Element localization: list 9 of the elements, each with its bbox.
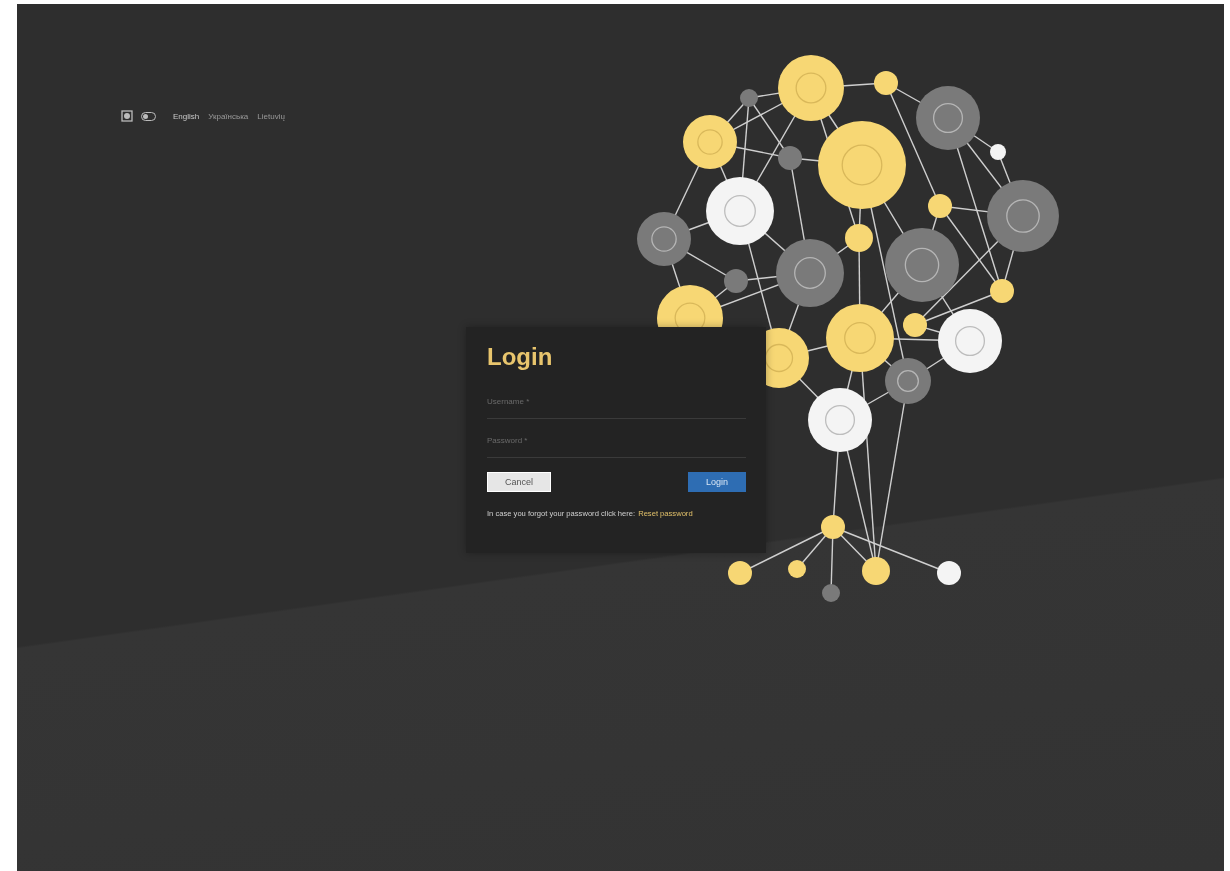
input-field[interactable]: Password * bbox=[487, 430, 746, 458]
input-field[interactable]: Username * bbox=[487, 391, 746, 419]
language-link[interactable]: Lietuvių bbox=[257, 111, 285, 121]
language-link[interactable]: Українська bbox=[208, 111, 249, 121]
cancel-button[interactable]: Cancel bbox=[487, 472, 551, 492]
login-button[interactable]: Login bbox=[688, 472, 746, 492]
language-link[interactable]: English bbox=[173, 111, 200, 121]
login-title: Login bbox=[487, 343, 554, 371]
brightness-icon bbox=[120, 109, 134, 123]
